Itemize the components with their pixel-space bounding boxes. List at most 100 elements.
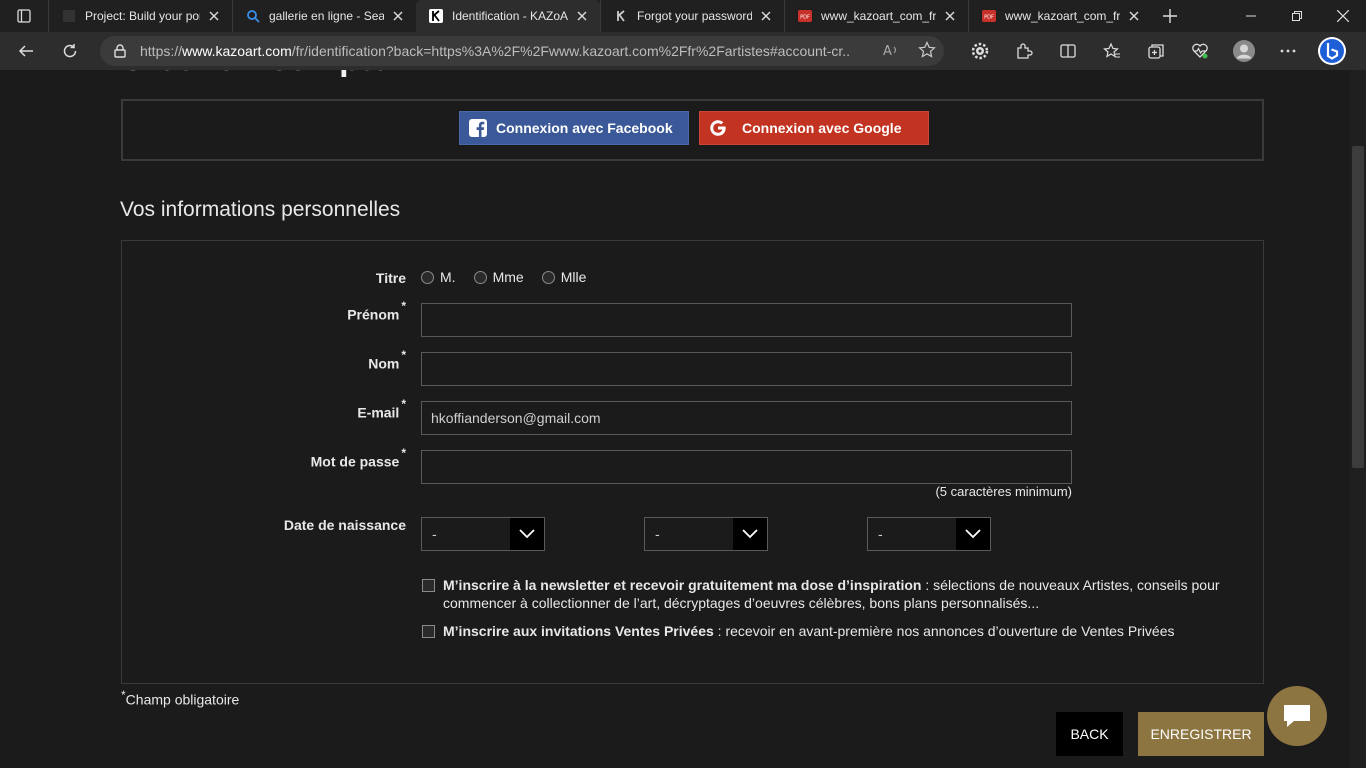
dob-year-value: -	[878, 526, 883, 542]
performance-button[interactable]	[1178, 32, 1222, 70]
profile-button[interactable]	[1222, 32, 1266, 70]
close-icon[interactable]	[942, 8, 958, 24]
google-icon	[700, 111, 736, 145]
dob-year-select[interactable]: -	[867, 517, 991, 551]
tab-label: www_kazoart_com_fr_	[1005, 9, 1120, 23]
nom-input[interactable]	[421, 352, 1072, 386]
chevron-down-icon[interactable]	[510, 518, 544, 550]
back-nav-button[interactable]	[6, 35, 46, 67]
lock-icon	[114, 44, 126, 58]
radio-mlle[interactable]: Mlle	[541, 269, 586, 285]
facebook-login-label: Connexion avec Facebook	[496, 120, 673, 136]
refresh-button[interactable]	[50, 35, 90, 67]
ventes-rest-text: : recevoir en avant-première nos annonce…	[713, 623, 1175, 639]
email-value: hkoffianderson@gmail.com	[431, 410, 601, 426]
dob-day-select[interactable]: -	[421, 517, 545, 551]
titre-label-text: Titre	[375, 270, 406, 286]
kazoart-k-icon	[428, 8, 444, 24]
newsletter-checkbox[interactable]	[422, 579, 435, 592]
generic-page-icon	[61, 8, 77, 24]
extension-gear-button[interactable]	[958, 32, 1002, 70]
radio-mme[interactable]: Mme	[473, 269, 524, 285]
restore-button[interactable]	[1274, 0, 1320, 32]
url-path: /fr/identification?back=https%3A%2F%2Fww…	[291, 43, 850, 59]
tab-label: Forgot your password	[637, 9, 752, 23]
window-controls	[1228, 0, 1366, 32]
dob-label-text: Date de naissance	[283, 517, 406, 533]
svg-text:PDF: PDF	[800, 15, 810, 21]
page-title: Créer un compte	[120, 70, 390, 79]
chat-bubble-icon	[1284, 705, 1310, 727]
close-icon[interactable]	[390, 8, 406, 24]
radio-circle[interactable]	[473, 270, 487, 284]
email-input[interactable]: hkoffianderson@gmail.com	[421, 401, 1072, 435]
tab-1[interactable]: gallerie en ligne - Sear	[232, 0, 416, 32]
prenom-label: Prénom*	[347, 299, 406, 323]
split-screen-button[interactable]	[1046, 32, 1090, 70]
scrollbar-thumb[interactable]	[1352, 146, 1364, 468]
radio-mme-label: Mme	[492, 269, 524, 285]
prenom-input[interactable]	[421, 303, 1072, 337]
dob-month-select[interactable]: -	[644, 517, 768, 551]
newsletter-bold-text: M’inscrire à la newsletter et recevoir g…	[443, 577, 922, 593]
extensions-button[interactable]	[1002, 32, 1046, 70]
tab-label: gallerie en ligne - Sear	[269, 9, 384, 23]
close-icon[interactable]	[758, 8, 774, 24]
kazoart-k-icon	[613, 8, 629, 24]
chevron-down-icon[interactable]	[956, 518, 990, 550]
close-icon[interactable]	[1126, 8, 1142, 24]
google-login-button[interactable]: Connexion avec Google	[699, 111, 929, 145]
password-input[interactable]	[421, 450, 1072, 484]
favorite-star-icon[interactable]	[918, 41, 936, 59]
save-button[interactable]: ENREGISTRER	[1138, 712, 1264, 756]
chevron-down-icon[interactable]	[733, 518, 767, 550]
radio-circle[interactable]	[421, 270, 434, 284]
tab-4[interactable]: PDF www_kazoart_com_fr_	[784, 0, 968, 32]
close-icon[interactable]	[574, 8, 590, 24]
url-text: https://www.kazoart.com/fr/identificatio…	[140, 43, 850, 59]
browser-toolbar: https://www.kazoart.com/fr/identificatio…	[0, 32, 1366, 70]
collections-button[interactable]	[1134, 32, 1178, 70]
favorites-icon	[1103, 42, 1120, 58]
required-mark: *	[401, 348, 406, 362]
nom-label-text: Nom	[368, 355, 400, 372]
chat-button[interactable]	[1267, 686, 1327, 746]
tab-5[interactable]: PDF www_kazoart_com_fr_	[968, 0, 1152, 32]
tab-actions-button[interactable]	[0, 0, 48, 32]
facebook-login-button[interactable]: Connexion avec Facebook	[459, 111, 689, 145]
minimize-button[interactable]	[1228, 0, 1274, 32]
bing-icon	[1318, 37, 1346, 65]
ventes-bold-text: M’inscrire aux invitations Ventes Privée…	[443, 623, 714, 639]
page-content: Créer un compte Connexion avec Facebook …	[0, 70, 1350, 768]
radio-m-label: M.	[440, 269, 456, 285]
close-window-button[interactable]	[1320, 0, 1366, 32]
tab-2[interactable]: Identification - KAZoA	[416, 0, 600, 32]
tab-label: www_kazoart_com_fr_	[821, 9, 936, 23]
more-options-button[interactable]	[1266, 32, 1310, 70]
required-note: *Champ obligatoire	[121, 688, 239, 708]
tab-0[interactable]: Project: Build your por	[48, 0, 232, 32]
email-label: E-mail*	[357, 397, 406, 421]
address-bar[interactable]: https://www.kazoart.com/fr/identificatio…	[100, 36, 944, 66]
tab-3[interactable]: Forgot your password	[600, 0, 784, 32]
ventes-privees-checkbox[interactable]	[422, 625, 435, 638]
new-tab-button[interactable]	[1152, 0, 1188, 32]
password-label-text: Mot de passe	[310, 453, 400, 470]
required-note-text: Champ obligatoire	[125, 691, 240, 708]
newsletter-text: M’inscrire à la newsletter et recevoir g…	[443, 576, 1241, 612]
search-icon	[245, 8, 261, 24]
close-icon[interactable]	[206, 8, 222, 24]
titre-label: Titre	[376, 270, 406, 286]
page-scrollbar[interactable]	[1350, 70, 1366, 768]
close-icon	[1337, 10, 1349, 22]
favorites-button[interactable]	[1090, 32, 1134, 70]
toolbar-icons	[958, 32, 1354, 70]
arrow-left-icon	[18, 45, 33, 57]
radio-circle[interactable]	[541, 270, 555, 284]
bing-copilot-button[interactable]	[1310, 32, 1354, 70]
read-aloud-icon[interactable]: A	[882, 41, 900, 59]
radio-m[interactable]: M.	[421, 269, 456, 285]
ventes-privees-option: M’inscrire aux invitations Ventes Privée…	[421, 622, 1241, 640]
back-button[interactable]: BACK	[1056, 712, 1123, 756]
heartbeat-icon	[1192, 43, 1208, 59]
